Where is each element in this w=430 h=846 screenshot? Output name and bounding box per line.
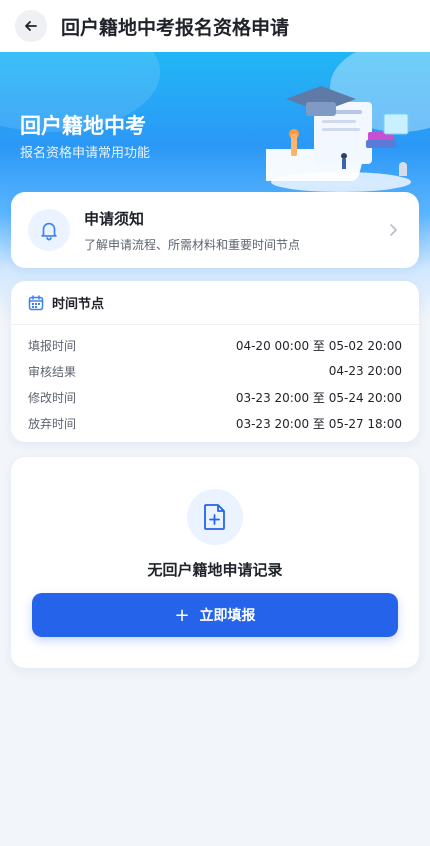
fill-now-button[interactable]: + 立即填报 — [32, 593, 398, 637]
empty-message: 无回户籍地申请记录 — [147, 561, 283, 579]
bell-icon — [41, 222, 57, 241]
timeline-row-value: 04-23 20:00 — [328, 364, 402, 378]
timeline-card: 时间节点 填报时间 04-20 00:00 至 05-02 20:00 审核结果… — [11, 281, 419, 442]
timeline-row: 填报时间 04-20 00:00 至 05-02 20:00 — [11, 332, 419, 358]
hero-title: 回户籍地中考 — [20, 114, 146, 138]
notice-title: 申请须知 — [84, 209, 145, 228]
timeline-row-value: 03-23 20:00 至 05-27 18:00 — [235, 416, 402, 431]
arrow-left-icon — [25, 21, 37, 31]
bell-icon-wrap — [28, 209, 70, 251]
plus-icon: + — [174, 604, 190, 626]
timeline-row-label: 修改时间 — [28, 390, 77, 405]
timeline-row-label: 填报时间 — [28, 338, 77, 353]
timeline-row-value: 03-23 20:00 至 05-24 20:00 — [235, 390, 402, 405]
top-bar: 回户籍地中考报名资格申请 — [0, 0, 430, 52]
page-title: 回户籍地中考报名资格申请 — [61, 16, 290, 39]
back-button[interactable] — [15, 10, 47, 42]
timeline-row: 放弃时间 03-23 20:00 至 05-27 18:00 — [11, 410, 419, 436]
fill-now-label: 立即填报 — [199, 608, 256, 624]
timeline-row-value: 04-20 00:00 至 05-02 20:00 — [235, 338, 402, 353]
timeline-row: 修改时间 03-23 20:00 至 05-24 20:00 — [11, 384, 419, 410]
notice-description: 了解申请流程、所需材料和重要时间节点 — [84, 237, 301, 252]
file-add-icon-wrap — [187, 489, 243, 545]
calendar-icon — [28, 294, 44, 310]
notice-card[interactable]: 申请须知 了解申请流程、所需材料和重要时间节点 — [11, 192, 419, 268]
timeline-row: 审核结果 04-23 20:00 — [11, 358, 419, 384]
empty-state-card: 无回户籍地申请记录 + 立即填报 — [11, 457, 419, 668]
timeline-header: 时间节点 — [11, 281, 419, 325]
chevron-right-icon — [390, 224, 397, 236]
timeline-row-label: 审核结果 — [28, 364, 77, 379]
graduation-illustration-icon — [266, 86, 411, 192]
hero-subtitle: 报名资格申请常用功能 — [20, 146, 151, 161]
timeline-row-label: 放弃时间 — [28, 416, 77, 431]
file-add-icon — [204, 504, 225, 530]
timeline-title: 时间节点 — [52, 297, 105, 312]
